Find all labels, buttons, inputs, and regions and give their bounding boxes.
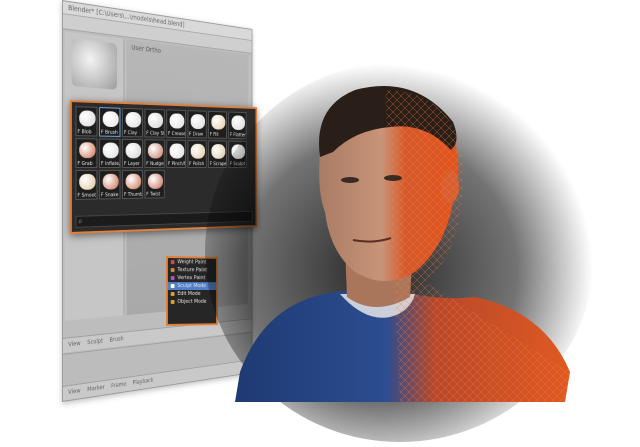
brush-tile[interactable]: F Inflate/Deflate [99,138,120,167]
brush-tile[interactable]: F Layer [122,139,143,168]
brush-thumbnail [126,143,141,159]
brush-label: F Crease [168,131,186,137]
mode-icon [171,260,175,264]
brush-thumbnail [126,112,141,128]
viewport-label: User Ortho [131,44,160,55]
eye-left [341,177,359,183]
timeline-view-menu[interactable]: View [68,387,80,396]
brush-thumbnail [103,174,119,190]
brush-thumbnail [148,174,163,189]
search-icon: ⌕ [78,217,82,227]
brush-thumbnail [170,113,185,128]
brush-thumbnail [79,174,95,190]
stage: Blender* [C:\Users\...\models\head.blend… [0,0,640,447]
head-svg [225,72,575,430]
mode-icon [171,276,175,280]
mode-menu-label: Texture Paint [177,267,207,273]
mode-icon [171,268,175,272]
brush-tile[interactable]: F Smooth [76,170,98,200]
brush-tile[interactable]: F Polish [188,140,207,168]
brush-label: F Thumb [124,192,143,198]
brush-thumbnail [126,174,141,190]
frame-menu[interactable]: Frame [111,381,126,390]
head-render [225,72,575,430]
brush-preview[interactable] [72,38,117,90]
mode-menu-label: Sculpt Mode [177,283,206,289]
brush-label: F Smooth [77,193,97,199]
brush-tile[interactable]: F Brush [99,107,120,137]
brush-tile[interactable]: F Crease [166,109,186,138]
brush-tile[interactable]: F Snake Hook [99,170,120,200]
playback-menu[interactable]: Playback [133,377,154,387]
brush-label: F Brush [101,130,118,136]
brush-label: F Polish [189,161,204,167]
brush-label: F Twist [146,192,160,198]
brush-label: F Fill [210,132,219,138]
mode-menu-label: Weight Paint [177,259,206,265]
brush-tile[interactable]: F Nudge [145,139,165,168]
marker-menu[interactable]: Marker [87,384,104,393]
brush-label: F Layer [124,161,140,167]
brush-label: F Draw [189,132,203,138]
brush-thumbnail [211,144,225,159]
brush-tile[interactable]: F Twist [145,170,165,199]
mode-menu-item[interactable]: Object Mode [168,298,216,306]
brush-tile[interactable]: F Blob [76,106,98,136]
brush-label: F Inflate/Deflate [101,161,120,167]
brush-label: F Snake Hook [101,192,120,198]
brush-label: F Grab [77,161,92,167]
mode-icon [171,292,175,296]
wireframe-overlay [385,90,570,402]
brush-tile[interactable]: F Clay Strips [145,109,165,138]
mode-menu-label: Object Mode [177,299,206,305]
brush-tile[interactable]: F Pinch/Magnify [166,140,186,168]
brush-thumbnail [148,143,163,158]
brush-label: F Clay Strips [146,131,164,137]
brush-thumbnail [170,143,185,158]
brush-thumbnail [191,144,205,159]
sculpt-menu[interactable]: Sculpt [87,338,103,347]
brush-label: F Nudge [146,161,163,167]
mode-icon [171,300,175,304]
brush-thumbnail [191,114,205,129]
brush-thumbnail [79,142,95,158]
brush-tile[interactable]: F Grab [76,138,98,168]
brush-thumbnail [103,142,119,158]
brush-thumbnail [211,115,225,130]
brush-thumbnail [103,111,119,127]
mode-icon [171,284,175,288]
mode-menu-label: Edit Mode [177,291,200,297]
brush-tile[interactable]: F Thumb [122,170,143,199]
brush-menu[interactable]: Brush [110,335,124,343]
mode-menu-label: Vertex Paint [177,275,205,281]
brush-label: F Clay [124,130,137,136]
brush-tile[interactable]: F Draw [188,110,207,138]
brush-label: F Pinch/Magnify [168,161,186,167]
brush-tile[interactable]: F Clay [122,108,143,137]
brush-label: F Blob [77,129,91,135]
brush-thumbnail [148,113,163,129]
eye-right [384,175,402,181]
brush-thumbnail [79,110,95,126]
view-menu[interactable]: View [68,340,80,348]
